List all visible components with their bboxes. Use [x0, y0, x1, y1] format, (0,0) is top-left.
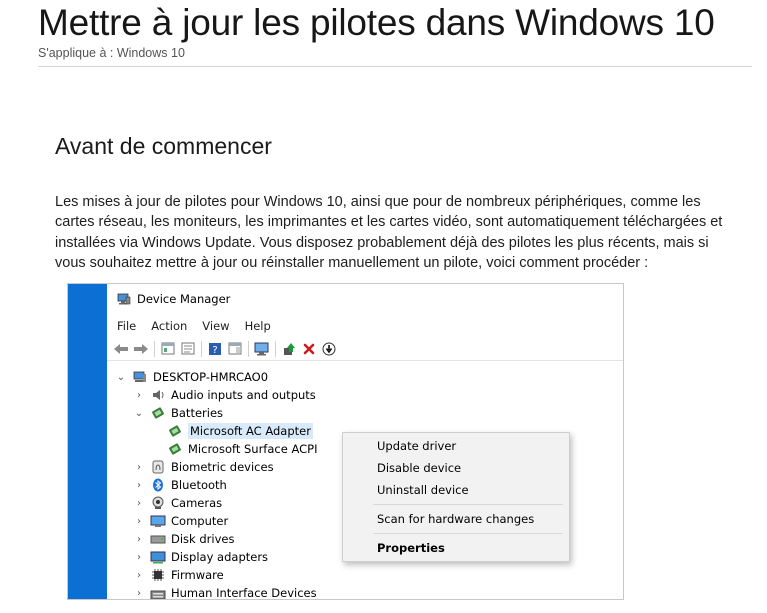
section-title: Avant de commencer — [55, 133, 272, 159]
toolbar-separator — [201, 340, 202, 357]
toolbar-separator — [248, 340, 249, 357]
uninstall-icon[interactable] — [299, 340, 319, 358]
toolbar: ? — [107, 337, 623, 361]
tree-item-label: Cameras — [171, 496, 223, 510]
tree-root-label: DESKTOP-HMRCAO0 — [153, 370, 269, 384]
chevron-down-icon[interactable]: ⌄ — [133, 408, 145, 419]
divider — [38, 66, 752, 67]
tree-item-label: Display adapters — [171, 550, 269, 564]
menu-separator — [373, 533, 563, 534]
disk-icon — [150, 532, 166, 546]
menu-disable-device[interactable]: Disable device — [377, 458, 461, 478]
menu-scan-hardware[interactable]: Scan for hardware changes — [377, 509, 534, 529]
fingerprint-icon — [150, 460, 166, 474]
tree-item-audio[interactable]: › Audio inputs and outputs — [133, 386, 316, 404]
title-bar: Device Manager — [107, 284, 623, 314]
tree-item-computer[interactable]: › Computer — [133, 512, 228, 530]
computer-icon — [132, 370, 148, 384]
tree-item-label: Disk drives — [171, 532, 235, 546]
tree-item-cameras[interactable]: › Cameras — [133, 494, 222, 512]
applies-to: S'applique à : Windows 10 — [38, 46, 185, 60]
tree-item-hid[interactable]: › Human Interface Devices — [133, 584, 317, 600]
tree-item-label: Batteries — [171, 406, 224, 420]
paragraph-line: Les mises à jour de pilotes pour Windows… — [55, 194, 701, 210]
tree-child-label: Microsoft AC Adapter — [188, 423, 313, 439]
camera-icon — [150, 496, 166, 510]
menu-action[interactable]: Action — [151, 319, 187, 333]
device-manager-window: Device Manager File Action View Help ? ⌄… — [107, 284, 623, 599]
firmware-icon — [150, 568, 166, 582]
disable-icon[interactable] — [319, 340, 339, 358]
chevron-right-icon[interactable]: › — [133, 498, 145, 509]
help-icon[interactable]: ? — [205, 340, 225, 358]
menu-uninstall-device[interactable]: Uninstall device — [377, 480, 469, 500]
battery-icon — [150, 406, 166, 420]
context-menu: Update driver Disable device Uninstall d… — [342, 432, 570, 562]
menu-view[interactable]: View — [202, 319, 229, 333]
tree-item-label: Human Interface Devices — [171, 586, 317, 600]
chevron-down-icon[interactable]: ⌄ — [115, 372, 127, 383]
tree-item-biometric[interactable]: › Biometric devices — [133, 458, 274, 476]
menu-separator — [373, 504, 563, 505]
computer-icon — [150, 514, 166, 528]
forward-icon[interactable] — [131, 340, 151, 358]
window-title: Device Manager — [137, 292, 231, 306]
paragraph-line: installées via Windows Update. Vous disp… — [55, 234, 709, 251]
tree-child-ac-adapter[interactable]: Microsoft AC Adapter — [167, 422, 313, 440]
tree-item-batteries[interactable]: ⌄ Batteries — [133, 404, 223, 422]
toolbar-separator — [154, 340, 155, 357]
chevron-right-icon[interactable]: › — [133, 516, 145, 527]
menu-bar: File Action View Help — [107, 315, 623, 337]
svg-text:?: ? — [212, 345, 217, 356]
tree-child-label: Microsoft Surface ACPI — [188, 442, 318, 456]
battery-icon — [167, 442, 183, 456]
device-manager-screenshot: Device Manager File Action View Help ? ⌄… — [67, 283, 624, 600]
paragraph-line: vous souhaitez mettre à jour ou réinstal… — [55, 254, 649, 271]
tree-item-label: Bluetooth — [171, 478, 227, 492]
tree-item-label: Audio inputs and outputs — [171, 388, 316, 402]
tree-root[interactable]: ⌄ DESKTOP-HMRCAO0 — [115, 368, 268, 386]
show-hidden-icon[interactable] — [178, 340, 198, 358]
paragraph-line: cartes réseau, les moniteurs, les imprim… — [55, 214, 723, 231]
battery-icon — [167, 424, 183, 438]
toolbar-separator — [275, 340, 276, 357]
tree-item-bluetooth[interactable]: › Bluetooth — [133, 476, 227, 494]
display-icon — [150, 550, 166, 564]
console-icon[interactable] — [225, 340, 245, 358]
chevron-right-icon[interactable]: › — [133, 534, 145, 545]
bluetooth-icon — [150, 478, 166, 492]
intro-paragraph: Les mises à jour de pilotes pour Windows… — [55, 192, 745, 273]
chevron-right-icon[interactable]: › — [133, 480, 145, 491]
tree-child-surface-acpi[interactable]: Microsoft Surface ACPI — [167, 440, 317, 458]
chevron-right-icon[interactable]: › — [133, 588, 145, 599]
chevron-right-icon[interactable]: › — [133, 570, 145, 581]
tree-item-label: Biometric devices — [171, 460, 274, 474]
chevron-right-icon[interactable]: › — [133, 390, 145, 401]
menu-update-driver[interactable]: Update driver — [377, 436, 456, 456]
back-icon[interactable] — [111, 340, 131, 358]
hid-icon — [150, 586, 166, 599]
chevron-right-icon[interactable]: › — [133, 462, 145, 473]
speaker-icon — [150, 388, 166, 402]
update-driver-icon[interactable] — [279, 340, 299, 358]
device-manager-icon — [117, 293, 131, 305]
properties-icon[interactable] — [158, 340, 178, 358]
page-title: Mettre à jour les pilotes dans Windows 1… — [38, 2, 715, 43]
menu-help[interactable]: Help — [245, 319, 271, 333]
tree-item-label: Firmware — [171, 568, 224, 582]
desktop-background — [68, 284, 107, 599]
tree-item-label: Computer — [171, 514, 229, 528]
chevron-right-icon[interactable]: › — [133, 552, 145, 563]
tree-item-firmware[interactable]: › Firmware — [133, 566, 224, 584]
menu-properties[interactable]: Properties — [377, 538, 445, 558]
tree-item-display-adapters[interactable]: › Display adapters — [133, 548, 268, 566]
menu-file[interactable]: File — [117, 319, 136, 333]
scan-icon[interactable] — [252, 340, 272, 358]
tree-item-disk-drives[interactable]: › Disk drives — [133, 530, 234, 548]
